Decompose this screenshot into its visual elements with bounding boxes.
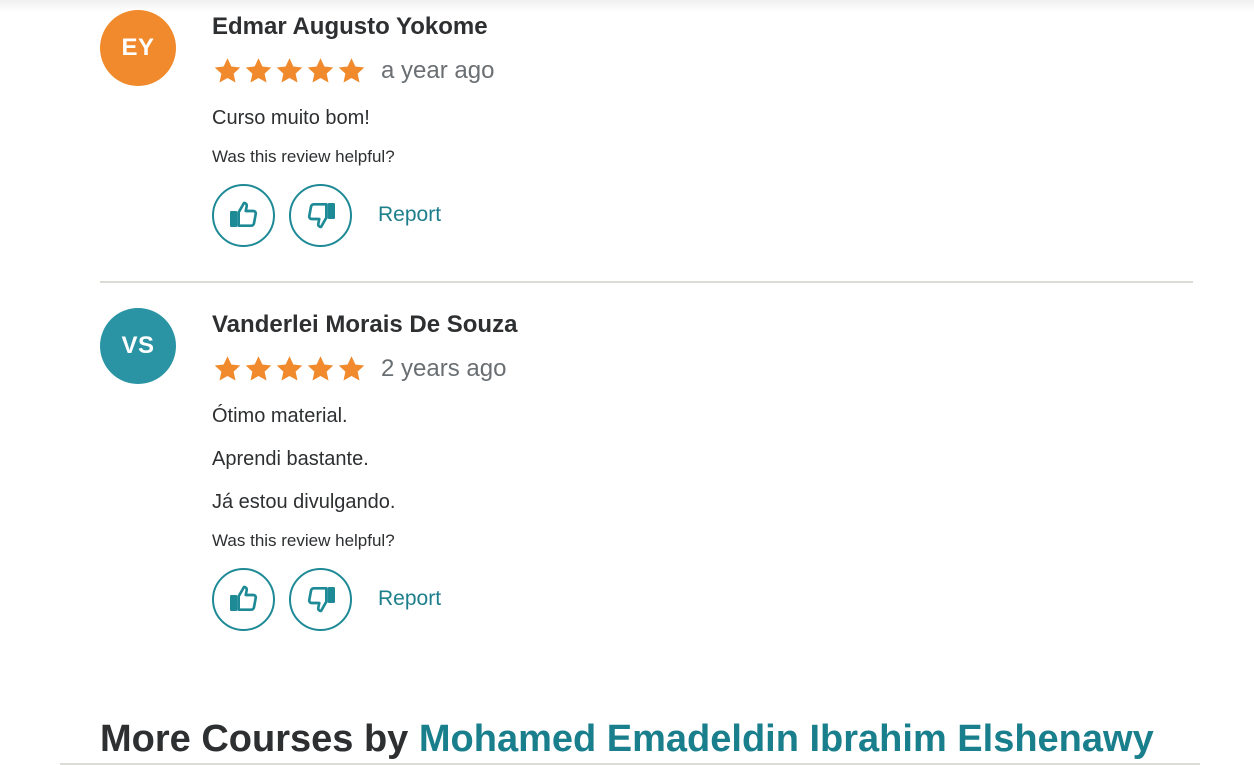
thumbs-down-icon <box>307 587 335 613</box>
review-date: 2 years ago <box>381 355 507 382</box>
review-comment: Já estou divulgando. <box>212 491 396 513</box>
star-icon <box>305 354 336 384</box>
rating-row: 2 years ago <box>212 353 517 385</box>
star-icon <box>336 354 367 384</box>
avatar-initials: VS <box>121 332 155 359</box>
report-link[interactable]: Report <box>378 203 441 227</box>
star-icon <box>274 56 305 86</box>
star-rating <box>212 56 367 86</box>
thumbs-down-button[interactable] <box>289 183 352 247</box>
review-date: a year ago <box>381 57 495 84</box>
thumbs-down-button[interactable] <box>289 567 352 631</box>
thumbs-up-button[interactable] <box>212 183 275 247</box>
thumbs-up-button[interactable] <box>212 567 275 631</box>
avatar-initials: EY <box>121 34 155 61</box>
review-comment: Aprendi bastante. <box>212 448 369 470</box>
avatar: EY <box>100 10 176 86</box>
rating-row: a year ago <box>212 55 494 87</box>
star-icon <box>212 56 243 86</box>
more-courses-heading: More Courses by Mohamed Emadeldin Ibrahi… <box>100 713 1154 765</box>
review-actions: Report <box>212 183 494 247</box>
thumbs-down-icon <box>307 203 335 229</box>
top-shadow <box>0 0 1254 12</box>
thumbs-up-icon <box>229 585 257 611</box>
review-actions: Report <box>212 567 517 631</box>
review-content: Vanderlei Morais De Souza 2 years ago Ót… <box>212 310 518 631</box>
review-divider <box>100 281 1193 283</box>
star-icon <box>243 56 274 86</box>
thumbs-up-icon <box>229 201 257 227</box>
instructor-link[interactable]: Mohamed Emadeldin Ibrahim Elshenawy <box>419 718 1154 760</box>
helpful-prompt: Was this review helpful? <box>212 531 395 550</box>
report-link[interactable]: Report <box>378 587 441 611</box>
reviewer-name: Vanderlei Morais De Souza <box>212 311 518 338</box>
review-comment: Ótimo material. <box>212 405 348 427</box>
avatar: VS <box>100 308 176 384</box>
more-courses-prefix: More Courses by <box>100 718 419 760</box>
star-rating <box>212 354 367 384</box>
review-comment: Curso muito bom! <box>212 107 370 129</box>
star-icon <box>336 56 367 86</box>
helpful-prompt: Was this review helpful? <box>212 147 395 166</box>
star-icon <box>305 56 336 86</box>
star-icon <box>212 354 243 384</box>
review-content: Edmar Augusto Yokome a year ago Curso mu… <box>212 12 494 247</box>
reviewer-name: Edmar Augusto Yokome <box>212 13 488 40</box>
star-icon <box>274 354 305 384</box>
star-icon <box>243 354 274 384</box>
